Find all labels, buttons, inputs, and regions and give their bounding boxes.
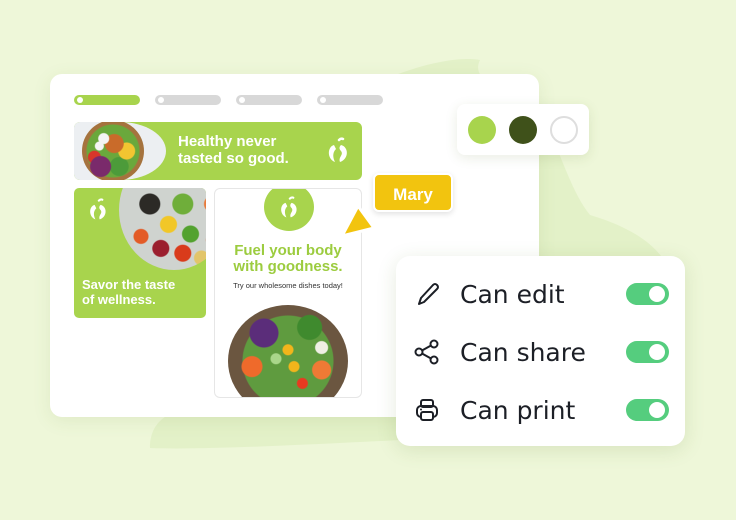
color-palette [457,104,589,155]
banner-design[interactable]: Healthy never tasted so good. [74,122,362,180]
permission-label: Can print [460,395,576,425]
vegetables-image [119,188,206,270]
printer-icon [416,399,438,421]
swatch-dark-green[interactable] [509,115,537,144]
share-toggle[interactable] [626,341,669,363]
savor-text: Savor the taste of wellness. [82,277,176,307]
tab-3[interactable] [236,95,302,105]
apple-logo-icon [281,196,297,218]
apple-logo-icon [328,137,347,162]
permission-label: Can edit [460,279,565,309]
tab-2[interactable] [155,95,221,105]
logo-badge [264,189,314,231]
permission-label: Can share [460,337,586,367]
fuel-headline: Fuel your body with goodness. [233,242,343,275]
permission-print: Can print [396,390,685,430]
swatch-white[interactable] [550,115,578,144]
permission-edit: Can edit [396,274,685,314]
banner-text: Healthy never tasted so good. [178,133,289,167]
edit-toggle[interactable] [626,283,669,305]
swatch-light-green[interactable] [468,115,496,144]
tab-4[interactable] [317,95,383,105]
page-tabs [74,95,383,105]
pencil-icon [418,283,439,305]
salad-image [228,305,348,397]
savor-card-design[interactable]: Savor the taste of wellness. [74,188,206,318]
fuel-subtitle: Try our wholesome dishes today! [233,281,343,290]
print-toggle[interactable] [626,399,669,421]
collaborator-name-tag: Mary [373,173,453,212]
apple-logo-icon [90,198,106,220]
permission-share: Can share [396,332,685,372]
share-icon [414,339,439,365]
permissions-panel: Can edit Can share Can print [396,256,685,446]
salad-bowl-image [82,122,144,180]
tab-1[interactable] [74,95,140,105]
